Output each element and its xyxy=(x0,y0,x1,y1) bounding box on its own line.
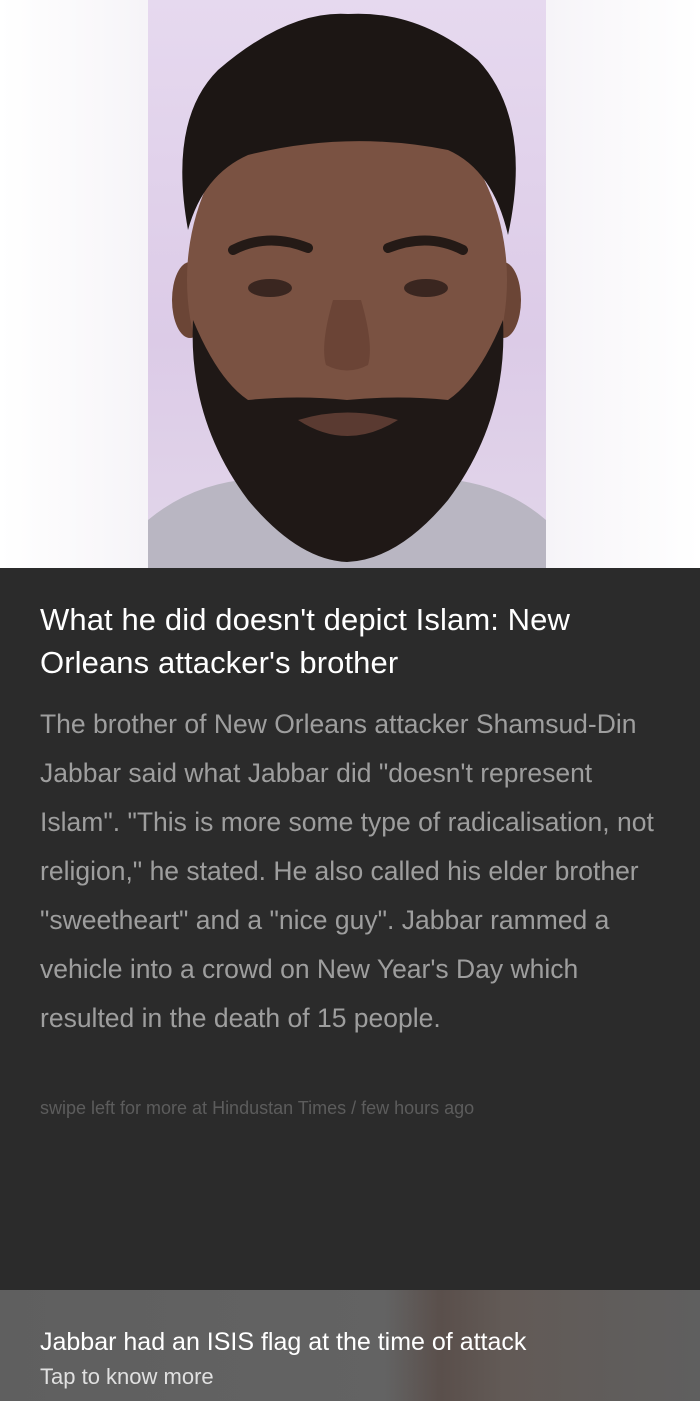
next-story-cta[interactable]: Tap to know more xyxy=(40,1363,214,1391)
story-card[interactable]: What he did doesn't depict Islam: New Or… xyxy=(0,568,700,1290)
story-photo xyxy=(148,0,546,568)
image-backdrop-right xyxy=(546,0,700,568)
story-source[interactable]: swipe left for more at Hindustan Times /… xyxy=(40,1096,474,1120)
next-story-banner[interactable]: Jabbar had an ISIS flag at the time of a… xyxy=(0,1290,700,1401)
story-image-area[interactable] xyxy=(0,0,700,568)
story-headline: What he did doesn't depict Islam: New Or… xyxy=(40,602,570,680)
story-body: The brother of New Orleans attacker Sham… xyxy=(40,709,654,1033)
image-backdrop-left xyxy=(0,0,148,568)
next-story-title: Jabbar had an ISIS flag at the time of a… xyxy=(40,1328,527,1356)
